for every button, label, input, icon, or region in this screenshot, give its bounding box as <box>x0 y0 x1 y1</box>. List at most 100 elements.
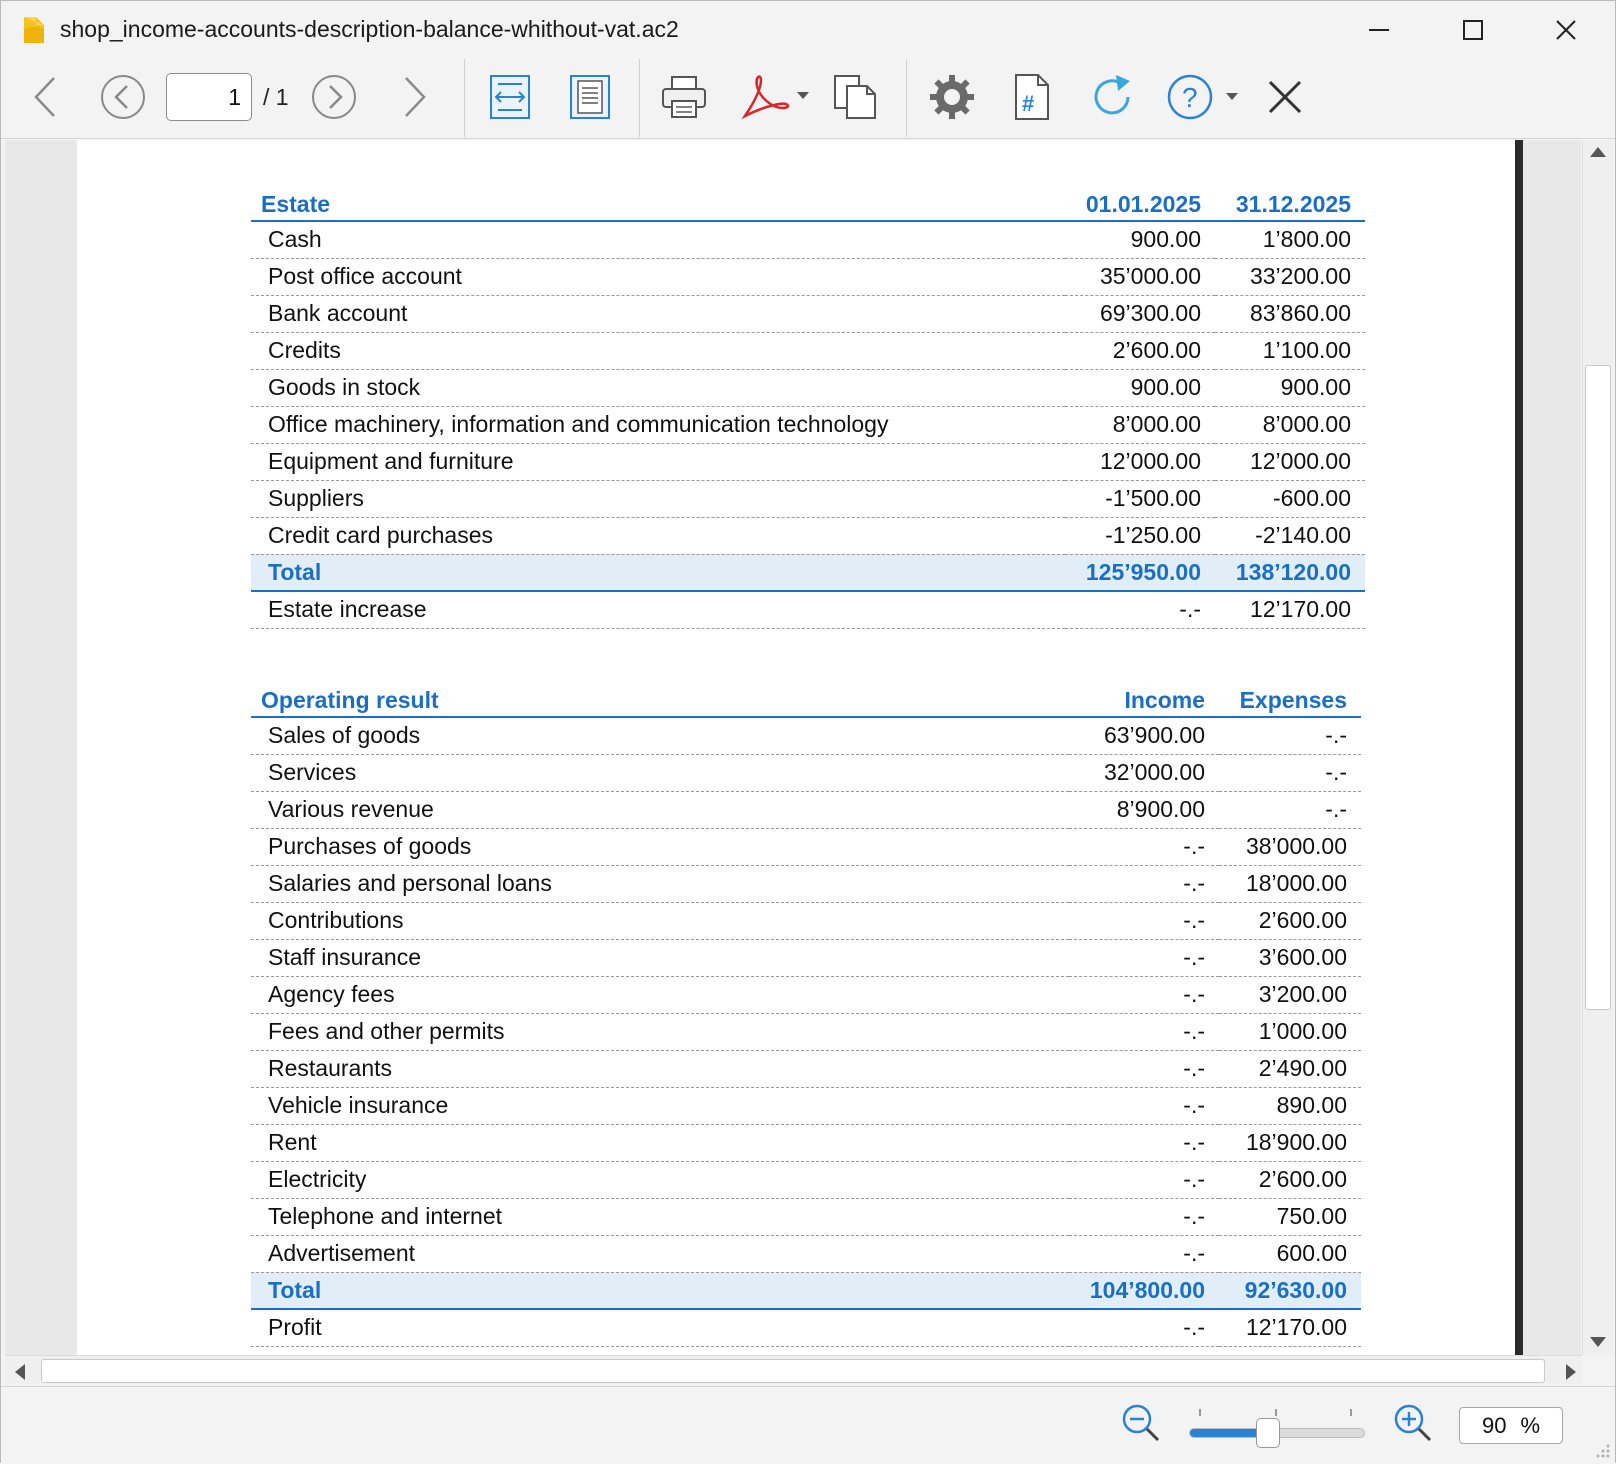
table-row: Sales of goods 63’900.00 -.- <box>251 717 1361 755</box>
row-value-2: 38’000.00 <box>1219 828 1361 866</box>
scroll-left-arrow-icon[interactable] <box>14 1363 26 1381</box>
row-label: Fees and other permits <box>251 1013 1069 1051</box>
last-page-button[interactable] <box>397 71 433 123</box>
row-label: Credits <box>251 332 1065 370</box>
print-button[interactable] <box>658 71 710 123</box>
zoom-in-button[interactable] <box>1391 1401 1435 1445</box>
table-row: Cash 900.00 1’800.00 <box>251 221 1365 259</box>
horizontal-scrollbar[interactable] <box>5 1355 1582 1385</box>
scroll-down-arrow-icon[interactable] <box>1589 1336 1607 1348</box>
resize-grip-icon[interactable] <box>1593 1441 1611 1459</box>
toolbar-separator <box>639 59 640 137</box>
table-row: Goods in stock 900.00 900.00 <box>251 369 1365 407</box>
horizontal-scroll-thumb[interactable] <box>41 1359 1545 1383</box>
previous-page-button[interactable] <box>99 71 147 123</box>
row-value-1: 12’000.00 <box>1065 443 1215 481</box>
settings-button[interactable] <box>926 71 978 123</box>
row-value-1: -.- <box>1069 865 1219 903</box>
row-value-2: 1’100.00 <box>1215 332 1365 370</box>
table-row: Bank account 69’300.00 83’860.00 <box>251 295 1365 333</box>
vertical-scrollbar[interactable] <box>1582 140 1613 1355</box>
estate-table: Estate 01.01.2025 31.12.2025 Cash 900.00 1… <box>251 184 1365 629</box>
row-value-2: 138’120.00 <box>1215 554 1365 592</box>
page-total-label: / 1 <box>263 84 289 110</box>
operating-rows: Sales of goods 63’900.00 -.- Services 32’000… <box>251 717 1361 1347</box>
row-label: Advertisement <box>251 1235 1069 1273</box>
scroll-right-arrow-icon[interactable] <box>1565 1363 1577 1381</box>
row-value-2: -.- <box>1219 754 1361 792</box>
row-value-1: -.- <box>1069 902 1219 940</box>
refresh-button[interactable] <box>1086 71 1138 123</box>
export-pdf-button[interactable] <box>739 71 811 123</box>
row-value-1: 104’800.00 <box>1069 1272 1219 1310</box>
zoom-in-icon <box>1394 1404 1432 1442</box>
row-value-1: -.- <box>1069 1161 1219 1199</box>
table-row: Rent -.- 18’900.00 <box>251 1124 1361 1162</box>
row-value-1: -.- <box>1069 828 1219 866</box>
row-value-1: -.- <box>1069 1198 1219 1236</box>
row-value-2: 12’170.00 <box>1219 1309 1361 1347</box>
toolbar: / 1 <box>1 59 1615 139</box>
page-number-input[interactable] <box>166 73 252 121</box>
row-label: Post office account <box>251 258 1065 296</box>
close-window-button[interactable] <box>1543 9 1589 51</box>
row-label: Goods in stock <box>251 369 1065 407</box>
row-label: Total <box>251 1272 1069 1310</box>
hash-document-icon: # <box>1015 74 1049 120</box>
operating-title: Operating result <box>251 680 1069 718</box>
status-bar: 90 % <box>1 1386 1615 1464</box>
close-icon <box>1268 80 1302 114</box>
table-row: Purchases of goods -.- 38’000.00 <box>251 828 1361 866</box>
zoom-out-button[interactable] <box>1119 1401 1163 1445</box>
zoom-tick <box>1275 1409 1277 1416</box>
row-label: Suppliers <box>251 480 1065 518</box>
help-button[interactable]: ? <box>1166 71 1246 123</box>
table-row: Telephone and internet -.- 750.00 <box>251 1198 1361 1236</box>
next-page-button[interactable] <box>310 71 358 123</box>
row-value-2: 2’490.00 <box>1219 1050 1361 1088</box>
first-page-button[interactable] <box>27 71 63 123</box>
row-label: Purchases of goods <box>251 828 1069 866</box>
row-label: Office machinery, information and commun… <box>251 406 1065 444</box>
row-value-2: 600.00 <box>1219 1235 1361 1273</box>
zoom-tick <box>1350 1409 1352 1416</box>
row-value-2: 2’600.00 <box>1219 902 1361 940</box>
zoom-unit: % <box>1520 1412 1541 1438</box>
row-value-2: 3’600.00 <box>1219 939 1361 977</box>
row-value-2: 1’000.00 <box>1219 1013 1361 1051</box>
circle-arrow-right-icon <box>312 75 356 119</box>
table-row: Office machinery, information and commun… <box>251 406 1365 444</box>
row-value-1: 63’900.00 <box>1069 717 1219 755</box>
row-value-2: 18’000.00 <box>1219 865 1361 903</box>
row-value-2: 12’000.00 <box>1215 443 1365 481</box>
gear-icon <box>930 75 974 119</box>
row-label: Vehicle insurance <box>251 1087 1069 1125</box>
row-value-2: 83’860.00 <box>1215 295 1365 333</box>
table-row: Electricity -.- 2’600.00 <box>251 1161 1361 1199</box>
row-value-1: -.- <box>1069 1235 1219 1273</box>
row-value-2: 33’200.00 <box>1215 258 1365 296</box>
row-value-1: -.- <box>1069 939 1219 977</box>
zoom-value: 90 <box>1481 1412 1507 1438</box>
page-numbering-button[interactable]: # <box>1006 71 1058 123</box>
vertical-scroll-thumb[interactable] <box>1585 365 1611 1010</box>
table-row: Services 32’000.00 -.- <box>251 754 1361 792</box>
fit-width-button[interactable] <box>486 71 534 123</box>
row-label: Sales of goods <box>251 717 1069 755</box>
row-value-2: 2’600.00 <box>1219 1161 1361 1199</box>
row-label: Contributions <box>251 902 1069 940</box>
maximize-button[interactable] <box>1450 9 1496 51</box>
table-row: Credits 2’600.00 1’100.00 <box>251 332 1365 370</box>
fit-page-button[interactable] <box>566 71 614 123</box>
minimize-button[interactable] <box>1356 9 1402 51</box>
zoom-slider-thumb[interactable] <box>1256 1418 1281 1448</box>
row-value-1: 900.00 <box>1065 221 1215 259</box>
scroll-up-arrow-icon[interactable] <box>1589 146 1607 158</box>
svg-text:?: ? <box>1182 82 1198 113</box>
row-value-2: 1’800.00 <box>1215 221 1365 259</box>
close-preview-button[interactable] <box>1263 71 1307 123</box>
copy-button[interactable] <box>830 71 882 123</box>
copy-icon <box>834 75 876 119</box>
zoom-percent-field[interactable]: 90 % <box>1459 1407 1563 1444</box>
row-label: Restaurants <box>251 1050 1069 1088</box>
